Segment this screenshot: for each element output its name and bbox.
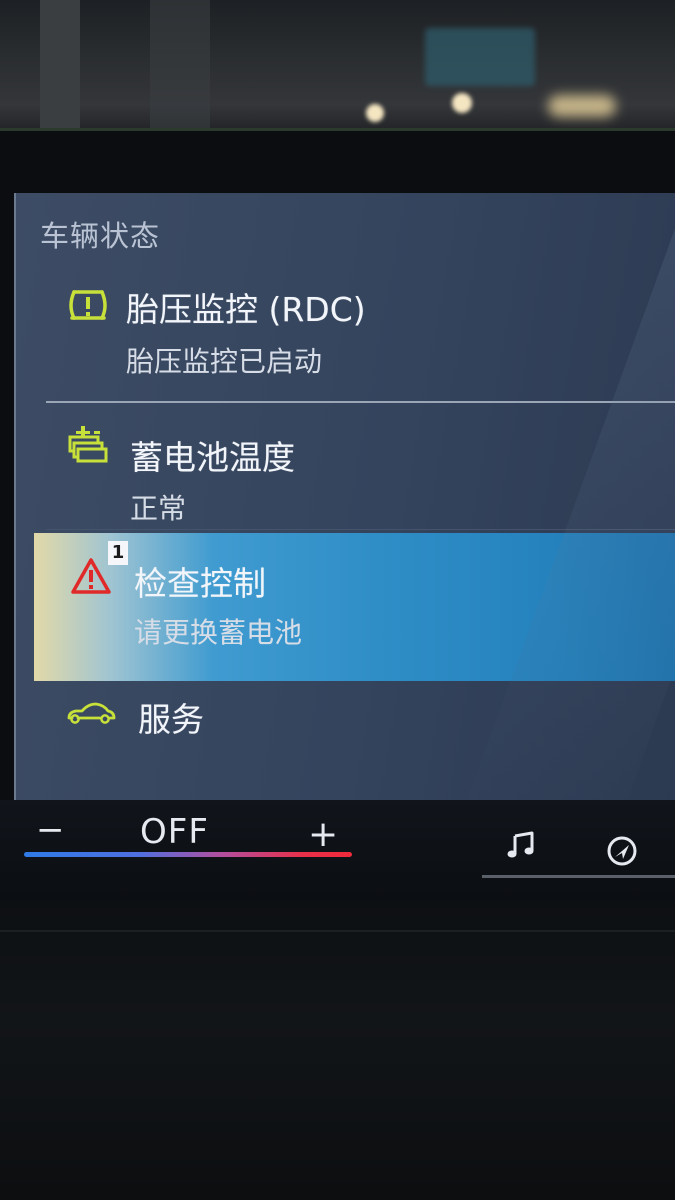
menu-item-subtitle: 请更换蓄电池 [134,616,303,649]
car-display-photo: 车辆状态 胎压监控 (RDC) 胎压监控已启动 蓄电池温度 正常 1 检查控制 … [0,0,675,1200]
menu-item-title: 胎压监控 (RDC) [126,290,366,329]
menu-item-service[interactable]: 服务 [34,681,675,781]
tire-pressure-warning-icon [66,286,110,330]
background-sign [425,28,535,86]
menu-item-subtitle: 胎压监控已启动 [126,345,323,378]
background-pillar [40,0,80,140]
dashboard-lower [0,900,675,1200]
music-note-icon[interactable] [506,830,538,864]
menu-item-title: 服务 [138,700,204,739]
car-icon [66,701,116,731]
navigation-icon[interactable] [605,834,639,872]
background-pillar [150,0,210,140]
menu-item-battery-temperature[interactable]: 蓄电池温度 正常 [34,411,675,525]
vehicle-status-panel: 车辆状态 胎压监控 (RDC) 胎压监控已启动 蓄电池温度 正常 1 检查控制 … [14,193,675,803]
menu-item-tire-pressure[interactable]: 胎压监控 (RDC) 胎压监控已启动 [34,278,675,396]
dashboard-edge [0,930,675,932]
menu-item-title: 检查控制 [134,564,266,603]
fan-decrease-button[interactable]: − [36,810,65,850]
battery-temperature-icon [66,423,112,471]
notification-badge: 1 [108,541,128,565]
menu-item-title: 蓄电池温度 [130,438,295,477]
warning-triangle-icon [70,557,112,599]
menu-item-subtitle: 正常 [130,492,187,525]
background-environment [0,0,675,140]
divider [46,401,675,403]
climate-bar: − OFF + [0,800,675,900]
panel-title: 车辆状态 [40,219,161,253]
background-light [366,104,384,122]
menu-item-check-control[interactable]: 1 检查控制 请更换蓄电池 [34,533,675,681]
temperature-slider[interactable] [24,852,352,857]
background-light [548,95,616,117]
fan-status-label[interactable]: OFF [140,812,209,852]
fan-increase-button[interactable]: + [308,814,338,855]
background-light [452,93,472,113]
divider [482,875,675,878]
divider [46,529,675,530]
